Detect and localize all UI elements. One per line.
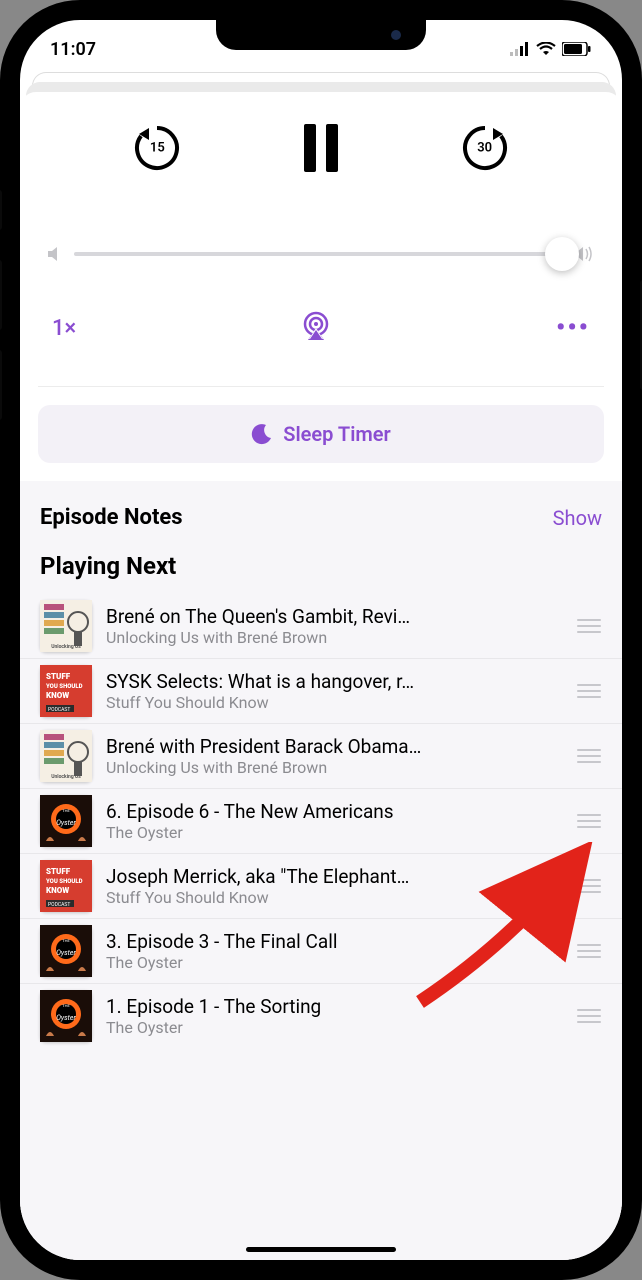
wifi-icon <box>536 42 556 56</box>
queue-item-text: 1. Episode 1 - The SortingThe Oyster <box>106 995 562 1037</box>
episode-artwork: STUFF YOU SHOULDKNOW PODCAST <box>40 860 92 912</box>
reorder-handle[interactable] <box>576 684 602 698</box>
airplay-icon <box>300 310 332 342</box>
svg-text:Oyster: Oyster <box>56 1014 76 1022</box>
sleep-timer-button[interactable]: Sleep Timer <box>38 405 604 463</box>
queue-item[interactable]: STUFF YOU SHOULDKNOW PODCAST Joseph Merrick… <box>20 853 622 918</box>
skip-forward-button[interactable]: 30 <box>459 122 511 174</box>
queue-item-title: Brené with President Barack Obama… <box>106 735 562 758</box>
queue-item-title: 3. Episode 3 - The Final Call <box>106 930 562 953</box>
queue-item-text: 3. Episode 3 - The Final CallThe Oyster <box>106 930 562 972</box>
reorder-handle[interactable] <box>576 814 602 828</box>
status-bar: 11:07 <box>20 20 622 68</box>
skip-forward-label: 30 <box>477 141 492 156</box>
queue-item-subtitle: Unlocking Us with Brené Brown <box>106 628 562 647</box>
episode-notes-row: Episode Notes Show <box>20 481 622 544</box>
queue-item-subtitle: The Oyster <box>106 1018 562 1037</box>
svg-text:PODCAST: PODCAST <box>48 902 70 908</box>
svg-text:THE: THE <box>62 938 70 943</box>
queue-item[interactable]: Unlocking Us Brené with President Barack … <box>20 723 622 788</box>
secondary-controls: 1× ••• <box>20 272 622 386</box>
queue-item[interactable]: THE Oyster 1. Episode 1 - The SortingThe O… <box>20 983 622 1048</box>
moon-icon <box>251 423 273 445</box>
pause-button[interactable] <box>296 120 346 176</box>
episode-artwork: Unlocking Us <box>40 600 92 652</box>
svg-text:YOU SHOULD: YOU SHOULD <box>45 878 83 885</box>
queue-item-text: Brené with President Barack Obama…Unlock… <box>106 735 562 777</box>
queue-item-subtitle: The Oyster <box>106 953 562 972</box>
queue-item-text: Brené on The Queen's Gambit, Revi…Unlock… <box>106 605 562 647</box>
playing-next-title: Playing Next <box>20 544 622 594</box>
reorder-handle[interactable] <box>576 879 602 893</box>
status-time: 11:07 <box>50 39 96 60</box>
queue-item-subtitle: The Oyster <box>106 823 562 842</box>
reorder-handle[interactable] <box>576 749 602 763</box>
queue-item[interactable]: Unlocking Us Brené on The Queen's Gambit,… <box>20 594 622 658</box>
queue-item[interactable]: THE Oyster 6. Episode 6 - The New American… <box>20 788 622 853</box>
sleep-timer-label: Sleep Timer <box>283 422 390 446</box>
playback-speed-button[interactable]: 1× <box>52 316 76 341</box>
skip-back-label: 15 <box>150 141 165 156</box>
episode-artwork: Unlocking Us <box>40 730 92 782</box>
svg-text:THE: THE <box>62 1003 70 1008</box>
svg-text:KNOW: KNOW <box>46 691 69 700</box>
svg-text:THE: THE <box>62 808 70 813</box>
queue-list: Unlocking Us Brené on The Queen's Gambit,… <box>20 594 622 1048</box>
svg-text:Oyster: Oyster <box>56 819 76 827</box>
svg-text:Unlocking Us: Unlocking Us <box>51 774 81 780</box>
episode-notes-title: Episode Notes <box>40 505 183 530</box>
episode-artwork: THE Oyster <box>40 990 92 1042</box>
episode-artwork: THE Oyster <box>40 795 92 847</box>
svg-text:Oyster: Oyster <box>56 949 76 957</box>
svg-text:YOU SHOULD: YOU SHOULD <box>45 683 83 690</box>
episode-notes-show-link[interactable]: Show <box>553 506 602 530</box>
queue-item-text: SYSK Selects: What is a hangover, r…Stuf… <box>106 670 562 712</box>
queue-item-subtitle: Stuff You Should Know <box>106 888 562 907</box>
queue-item-title: 1. Episode 1 - The Sorting <box>106 995 562 1018</box>
queue-item-subtitle: Stuff You Should Know <box>106 693 562 712</box>
queue-item-text: 6. Episode 6 - The New AmericansThe Oyst… <box>106 800 562 842</box>
svg-text:Unlocking Us: Unlocking Us <box>51 644 81 650</box>
svg-text:PODCAST: PODCAST <box>48 707 70 713</box>
reorder-handle[interactable] <box>576 1009 602 1023</box>
home-indicator[interactable] <box>246 1247 396 1252</box>
queue-item-title: Brené on The Queen's Gambit, Revi… <box>106 605 562 628</box>
queue-item-title: Joseph Merrick, aka "The Elephant… <box>106 865 562 888</box>
episode-artwork: STUFF YOU SHOULDKNOW PODCAST <box>40 665 92 717</box>
queue-item[interactable]: THE Oyster 3. Episode 3 - The Final CallTh… <box>20 918 622 983</box>
volume-slider-row <box>20 186 622 272</box>
queue-item-title: 6. Episode 6 - The New Americans <box>106 800 562 823</box>
volume-slider[interactable] <box>74 252 562 256</box>
queue-item-text: Joseph Merrick, aka "The Elephant…Stuff … <box>106 865 562 907</box>
battery-icon <box>562 42 592 56</box>
svg-text:STUFF: STUFF <box>46 672 71 681</box>
reorder-handle[interactable] <box>576 619 602 633</box>
status-icons <box>510 42 592 56</box>
airplay-button[interactable] <box>300 310 332 346</box>
queue-item-subtitle: Unlocking Us with Brené Brown <box>106 758 562 777</box>
more-button[interactable]: ••• <box>556 313 590 343</box>
queue-item-title: SYSK Selects: What is a hangover, r… <box>106 670 562 693</box>
playback-controls: 15 30 <box>20 92 622 186</box>
volume-thumb[interactable] <box>545 237 579 271</box>
skip-back-button[interactable]: 15 <box>131 122 183 174</box>
svg-text:STUFF: STUFF <box>46 867 71 876</box>
now-playing-sheet: 15 30 <box>20 92 622 1260</box>
pause-icon <box>296 120 346 176</box>
reorder-handle[interactable] <box>576 944 602 958</box>
cellular-icon <box>510 42 530 56</box>
queue-item[interactable]: STUFF YOU SHOULDKNOW PODCAST SYSK Selects: … <box>20 658 622 723</box>
volume-low-icon <box>48 246 62 262</box>
svg-text:KNOW: KNOW <box>46 886 69 895</box>
episode-artwork: THE Oyster <box>40 925 92 977</box>
